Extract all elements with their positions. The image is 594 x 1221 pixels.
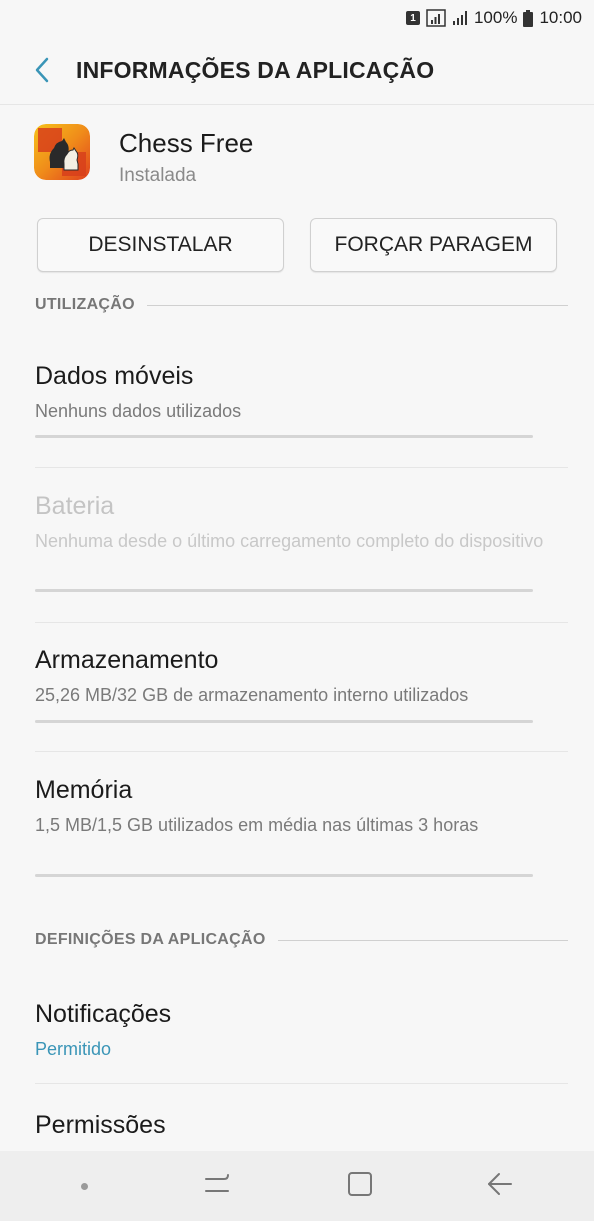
recent-apps-button[interactable] — [202, 1171, 232, 1202]
divider — [35, 622, 568, 623]
usage-bar — [35, 589, 533, 592]
chess-app-icon — [34, 124, 90, 180]
list-item-notifications[interactable]: Notificações Permitido — [35, 1000, 568, 1070]
item-subtitle: Nenhuns dados utilizados — [35, 401, 242, 421]
force-stop-button[interactable]: FORÇAR PARAGEM — [310, 218, 557, 272]
battery-percent: 100% — [473, 8, 518, 27]
section-header-usage: UTILIZAÇÃO — [35, 296, 568, 314]
wifi-signal-icon — [426, 9, 446, 27]
usage-bar — [35, 435, 533, 438]
nav-back-button[interactable] — [487, 1172, 513, 1201]
app-install-status: Instalada — [119, 165, 197, 186]
status-bar: 1 100% 10:00 — [0, 0, 594, 36]
divider — [35, 751, 568, 752]
app-header: Chess Free Instalada — [34, 118, 594, 188]
item-title: Memória — [35, 776, 133, 804]
uninstall-button[interactable]: DESINSTALAR — [37, 218, 284, 272]
recent-apps-icon — [205, 1173, 230, 1192]
divider — [35, 467, 568, 468]
list-item-storage[interactable]: Armazenamento 25,26 MB/32 GB de armazena… — [35, 646, 568, 731]
signal-icon — [452, 10, 468, 26]
page-title: INFORMAÇÕES DA APLICAÇÃO — [76, 56, 435, 83]
section-header-app-settings: DEFINIÇÕES DA APLICAÇÃO — [35, 931, 568, 949]
list-item-memory[interactable]: Memória 1,5 MB/1,5 GB utilizados em médi… — [35, 776, 568, 886]
item-title: Bateria — [35, 492, 115, 520]
item-title: Armazenamento — [35, 646, 219, 674]
navigation-bar — [0, 1151, 594, 1221]
item-subtitle: Nenhuma desde o último carregamento comp… — [35, 531, 544, 551]
item-subtitle: 1,5 MB/1,5 GB utilizados em média nas úl… — [35, 815, 479, 835]
home-icon — [347, 1171, 372, 1196]
clock: 10:00 — [539, 8, 582, 27]
item-title: Notificações — [35, 1000, 172, 1028]
sim-icon: 1 — [405, 11, 420, 25]
section-divider — [146, 304, 568, 306]
list-item-battery: Bateria Nenhuma desde o último carregame… — [35, 492, 568, 602]
usage-bar — [35, 720, 533, 723]
nav-dot-icon — [81, 1182, 89, 1190]
divider — [35, 1083, 568, 1084]
app-name: Chess Free — [119, 128, 254, 158]
item-subtitle: Permitido — [35, 1039, 112, 1059]
list-item-permissions[interactable]: Permissões — [35, 1111, 568, 1151]
battery-icon — [523, 9, 534, 27]
item-subtitle: 25,26 MB/32 GB de armazenamento interno … — [35, 685, 469, 705]
nav-back-icon — [487, 1172, 512, 1195]
back-arrow-icon — [35, 57, 49, 83]
list-item-mobile-data[interactable]: Dados móveis Nenhuns dados utilizados — [35, 362, 568, 442]
usage-bar — [35, 874, 533, 877]
home-button[interactable] — [347, 1171, 373, 1202]
section-divider — [277, 939, 568, 941]
back-button[interactable] — [22, 50, 62, 90]
section-title: UTILIZAÇÃO — [35, 296, 135, 313]
section-title: DEFINIÇÕES DA APLICAÇÃO — [35, 931, 266, 948]
action-buttons: DESINSTALAR FORÇAR PARAGEM — [37, 218, 557, 272]
item-title: Permissões — [35, 1111, 166, 1139]
app-bar: INFORMAÇÕES DA APLICAÇÃO — [0, 36, 594, 105]
item-title: Dados móveis — [35, 362, 194, 390]
